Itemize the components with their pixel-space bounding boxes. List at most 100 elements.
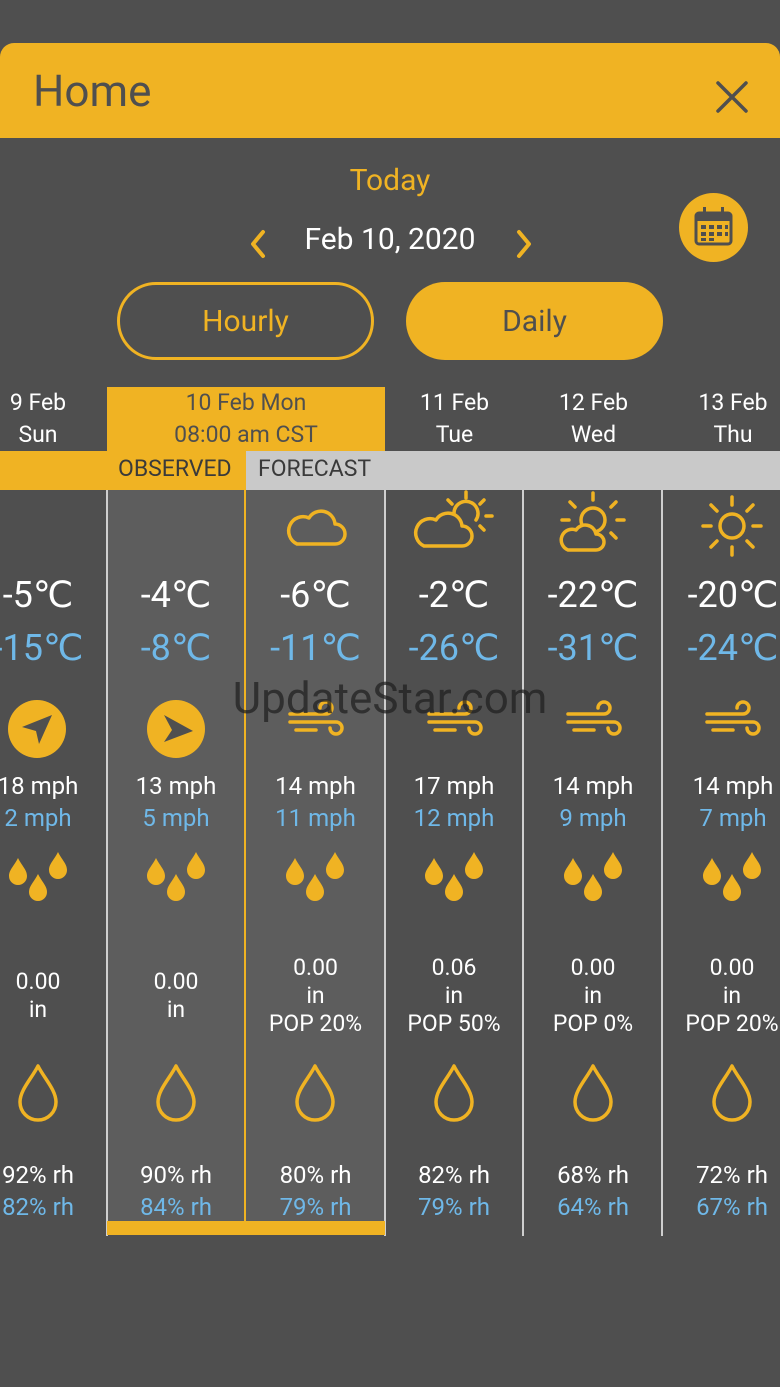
close-icon[interactable] [712,77,752,117]
precipitation-amount: 0.00 [709,954,755,981]
probability-of-precipitation: POP 0% [552,1010,634,1037]
precipitation-unit: in [444,982,464,1009]
precipitation: 0.06 in POP 50% [385,954,523,1038]
wind-gust: 9 mph [559,804,627,832]
humidity-high: 92% rh [2,1161,74,1189]
humidity-drop-icon [573,1064,613,1122]
sun-icon [701,495,763,557]
column-header-13-feb[interactable]: 13 Feb Thu [663,387,780,451]
column-day: Sun [18,421,58,448]
forecast-label: FORECAST [258,455,372,482]
precipitation: 0.00 in POP 20% [663,954,780,1038]
humidity-low: 82% rh [2,1193,74,1221]
rain-drops-icon [425,852,483,901]
precipitation-amount: 0.06 [431,954,477,981]
humidity-drop-icon [156,1064,196,1122]
high-temperature: -20℃ [687,574,779,616]
precipitation-amount: 0.00 [153,968,199,995]
hourly-toggle-button[interactable]: Hourly [117,282,374,360]
column-day: Wed [570,421,617,448]
high-temperature: -22℃ [547,574,639,616]
precipitation: 0.00 in [0,968,108,1024]
rain-drops-icon [564,852,622,901]
column-date: 11 Feb [419,389,490,416]
precipitation: 0.00 in [107,968,245,1024]
wind-gust: 2 mph [4,804,72,832]
humidity-high: 68% rh [557,1161,629,1189]
humidity-drop-icon [712,1064,752,1122]
rain-drops-icon [147,852,205,901]
probability-of-precipitation: POP 20% [268,1010,363,1037]
precipitation-unit: in [166,996,186,1023]
low-temperature: -26℃ [408,627,500,669]
wind-speed: 14 mph [692,772,774,800]
partly-cloudy-icon [413,490,494,548]
humidity-low: 64% rh [557,1193,629,1221]
column-header-9-feb[interactable]: 9 Feb Sun [0,387,108,451]
column-day: Tue [435,421,474,448]
humidity-drop-icon [295,1064,335,1122]
high-temperature: -2℃ [418,574,490,616]
humidity-drop-icon [18,1064,58,1122]
precipitation-amount: 0.00 [15,968,61,995]
humidity-low: 67% rh [696,1193,768,1221]
humidity-low: 79% rh [279,1193,352,1221]
wind-speed: 18 mph [0,772,79,800]
high-temperature: -5℃ [2,574,74,616]
low-temperature: -31℃ [547,627,639,669]
wind-speed: 14 mph [552,772,634,800]
probability-of-precipitation: POP 50% [407,1010,501,1037]
page-title: Home [33,65,152,117]
calendar-icon [694,207,733,246]
selected-date: Feb 10, 2020 [304,222,476,257]
watermark: UpdateStar.com [232,672,548,724]
next-day-chevron-icon[interactable] [511,226,537,262]
column-header-12-feb[interactable]: 12 Feb Wed [524,387,663,451]
column-date: 9 Feb [9,389,67,416]
column-time: 08:00 am CST [174,421,318,448]
column-header-selected[interactable]: 10 Feb Mon 08:00 am CST [107,387,385,451]
high-temperature: -6℃ [280,574,351,616]
probability-of-precipitation: POP 20% [685,1010,779,1037]
rain-drops-icon [703,852,761,901]
title-bar: Home [0,43,780,138]
previous-day-chevron-icon[interactable] [245,226,271,262]
precipitation: 0.00 in POP 20% [246,954,385,1038]
humidity-high: 80% rh [279,1161,352,1189]
humidity-drop-icon [434,1064,474,1122]
wind-gust: 12 mph [413,804,495,832]
rain-drops-icon [9,852,67,901]
column-header-11-feb[interactable]: 11 Feb Tue [385,387,524,451]
precipitation-unit: in [722,982,742,1009]
date-navigator: Feb 10, 2020 [0,222,780,266]
selected-column-indicator [107,1221,385,1235]
precipitation: 0.00 in POP 0% [524,954,662,1038]
calendar-button[interactable] [679,193,748,262]
wind-speed: 13 mph [135,772,217,800]
wind-gust: 7 mph [699,804,767,832]
humidity-low: 84% rh [140,1193,212,1221]
wind-gust: 11 mph [275,804,356,832]
daily-toggle-button[interactable]: Daily [406,282,663,360]
precipitation-amount: 0.00 [570,954,616,981]
humidity-high: 90% rh [140,1161,212,1189]
precipitation-unit: in [306,982,325,1009]
today-label[interactable]: Today [0,163,780,198]
column-date: 13 Feb [698,389,768,416]
precipitation-unit: in [28,996,48,1023]
wind-gust: 5 mph [142,804,210,832]
column-day: Thu [713,421,753,448]
low-temperature: -11℃ [270,627,361,669]
wind-speed: 17 mph [413,772,495,800]
low-temperature: -15℃ [0,627,84,669]
precipitation-amount: 0.00 [293,954,338,981]
observed-label: OBSERVED [118,455,232,482]
column-date: 12 Feb [558,389,629,416]
humidity-low: 79% rh [418,1193,490,1221]
cloud-icon [286,509,347,546]
mostly-sunny-icon [559,491,626,552]
humidity-high: 82% rh [418,1161,490,1189]
column-date: 10 Feb Mon [185,389,307,416]
humidity-high: 72% rh [696,1161,768,1189]
high-temperature: -4℃ [140,574,212,616]
